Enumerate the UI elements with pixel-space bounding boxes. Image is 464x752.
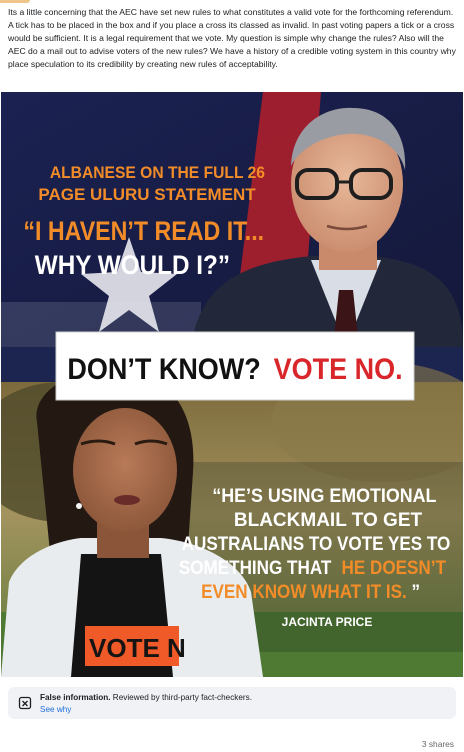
svg-text:EVEN KNOW WHAT IT IS.: EVEN KNOW WHAT IT IS. ” <box>201 581 420 602</box>
top-caption-line2: PAGE ULURU STATEMENT <box>38 185 256 204</box>
see-why-link[interactable]: See why <box>40 705 71 714</box>
top-caption-line1: ALBANESE ON THE FULL 26 <box>50 163 265 182</box>
quote-line1: “I HAVEN’T READ IT... <box>23 216 264 246</box>
quote2-line4-white: SOMETHING THAT <box>179 557 332 578</box>
svg-text:DON’T KNOW? VOTE NO.: DON’T KNOW? VOTE NO. <box>67 353 402 387</box>
banner-vote-no: VOTE NO. <box>274 353 403 387</box>
banner-dont-know: DON’T KNOW? <box>67 353 260 387</box>
facebook-post: Its a little concerning that the AEC hav… <box>0 0 464 752</box>
quote2-line1: “HE’S USING EMOTIONAL <box>212 484 436 506</box>
avatar-edge <box>0 0 30 3</box>
fact-check-label-rest: Reviewed by third-party fact-checkers. <box>110 693 253 702</box>
svg-text:SOMETHING THAT HE DOES: SOMETHING THAT HE DOESN’T <box>179 557 446 578</box>
post-text: Its a little concerning that the AEC hav… <box>8 7 456 69</box>
fact-check-banner: False information. Reviewed by third-par… <box>8 687 456 719</box>
quote2-line3: AUSTRALIANS TO VOTE YES TO <box>182 533 451 554</box>
quote2-line4-orange: HE DOESN’T <box>342 557 446 578</box>
shirt-text: VOTE N <box>89 633 186 663</box>
fact-check-label: False information. Reviewed by third-par… <box>40 693 252 702</box>
quote2-close: ” <box>412 581 421 602</box>
vote-no-banner: DON’T KNOW? VOTE NO. <box>55 331 415 401</box>
fact-check-label-bold: False information. <box>40 693 111 702</box>
shares-count[interactable]: 3 shares <box>422 739 454 749</box>
attribution: JACINTA PRICE <box>282 615 373 629</box>
post-image[interactable]: ALBANESE ON THE FULL 26 PAGE ULURU STATE… <box>1 92 463 677</box>
fact-check-warning-icon <box>18 696 32 710</box>
quote2-line2: BLACKMAIL TO GET <box>234 510 423 531</box>
quote2-line5-orange: EVEN KNOW WHAT IT IS. <box>201 581 407 602</box>
quote-line2: WHY WOULD I?” <box>35 251 230 280</box>
meme-graphic: ALBANESE ON THE FULL 26 PAGE ULURU STATE… <box>1 92 463 677</box>
